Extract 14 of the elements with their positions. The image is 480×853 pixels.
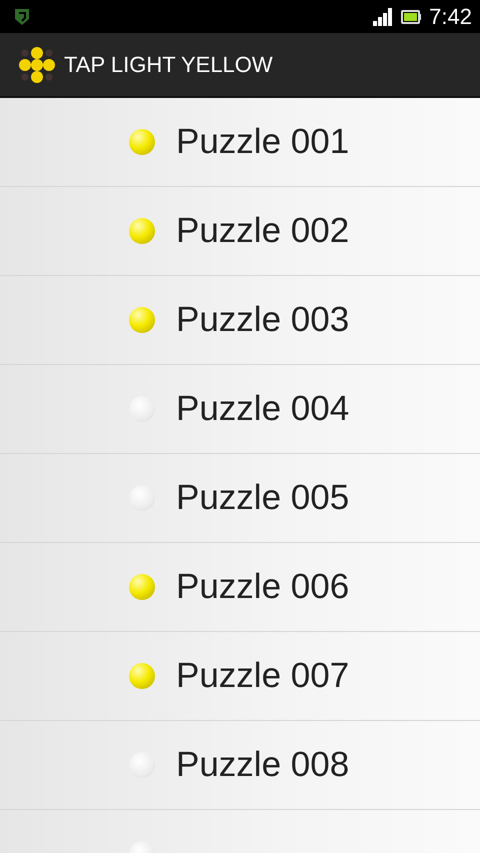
puzzle-item[interactable]: Puzzle 003 <box>0 276 480 365</box>
app-logo-icon <box>18 46 56 84</box>
puzzle-item[interactable]: Puzzle 005 <box>0 454 480 543</box>
puzzle-item[interactable]: Puzzle 007 <box>0 632 480 721</box>
status-time: 7:42 <box>429 4 472 30</box>
puzzle-item[interactable]: Puzzle 002 <box>0 187 480 276</box>
puzzle-item[interactable]: Puzzle 001 <box>0 98 480 187</box>
puzzle-item[interactable]: Puzzle 008 <box>0 721 480 810</box>
battery-icon <box>401 10 422 24</box>
puzzle-item[interactable]: Puzzle 006 <box>0 543 480 632</box>
shield-icon <box>14 8 30 26</box>
signal-icon <box>373 8 394 26</box>
app-title: TAP LIGHT YELLOW <box>64 52 273 78</box>
puzzle-item[interactable]: Puzzle 004 <box>0 365 480 454</box>
